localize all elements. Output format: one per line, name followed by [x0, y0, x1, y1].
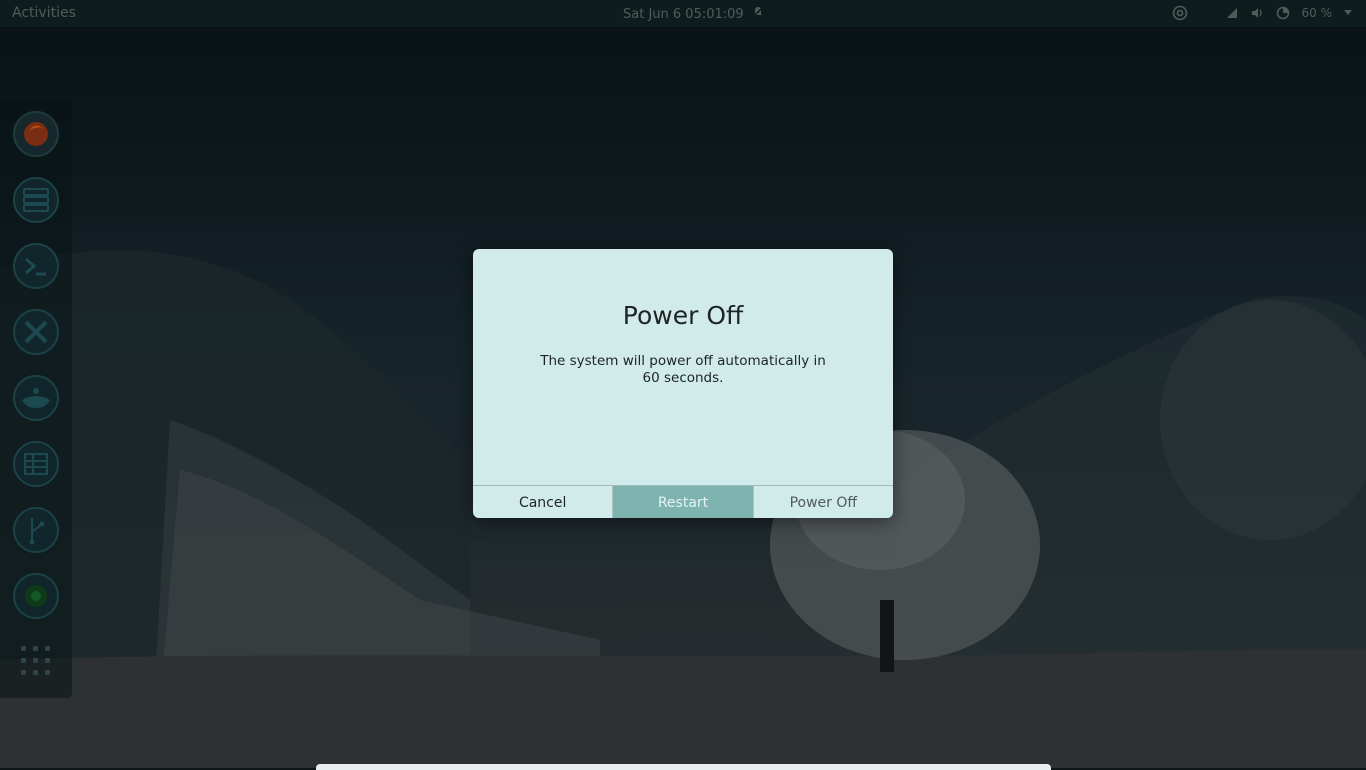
clock[interactable]: Sat Jun 6 05:01:09 — [623, 6, 764, 22]
terminal-icon[interactable] — [12, 242, 60, 290]
power-off-button[interactable]: Power Off — [752, 486, 893, 518]
cancel-button[interactable]: Cancel — [473, 486, 612, 518]
power-off-dialog: Power Off The system will power off auto… — [473, 249, 893, 518]
tools-icon[interactable] — [12, 308, 60, 356]
restart-button[interactable]: Restart — [612, 486, 753, 518]
notifications-muted-icon — [752, 6, 764, 22]
package-manager-icon[interactable] — [12, 374, 60, 422]
battery-icon[interactable] — [1276, 6, 1290, 20]
git-icon[interactable] — [12, 506, 60, 554]
dialog-title: Power Off — [622, 301, 744, 330]
mixer-icon[interactable] — [12, 572, 60, 620]
battery-percent: 60 % — [1301, 6, 1333, 20]
clock-text: Sat Jun 6 05:01:09 — [623, 6, 744, 22]
activities-button[interactable]: Activities — [12, 5, 76, 21]
system-tray[interactable]: 60 % — [1172, 5, 1352, 21]
dock — [0, 100, 72, 698]
files-icon[interactable] — [12, 176, 60, 224]
dialog-message: The system will power off automatically … — [540, 353, 826, 386]
firefox-icon[interactable] — [12, 110, 60, 158]
top-bar: Activities Sat Jun 6 05:01:09 60 % — [0, 0, 1366, 27]
bottom-panel-edge — [316, 764, 1051, 770]
at-icon[interactable] — [1172, 5, 1188, 21]
spreadsheet-icon[interactable] — [12, 440, 60, 488]
chevron-down-icon[interactable] — [1344, 10, 1352, 16]
show-apps-icon[interactable] — [20, 645, 52, 677]
dialog-button-row: Cancel Restart Power Off — [473, 485, 893, 518]
volume-icon[interactable] — [1250, 6, 1264, 20]
wifi-icon[interactable] — [1226, 7, 1238, 19]
